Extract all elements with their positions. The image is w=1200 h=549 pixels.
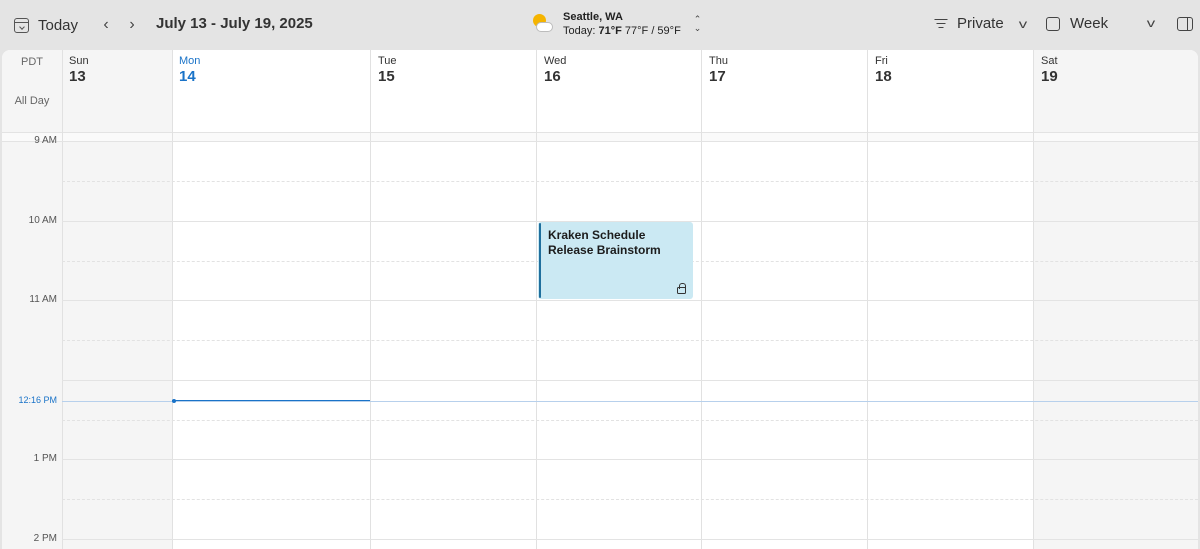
chevron-right-icon: › <box>129 16 135 33</box>
hour-label: 1 PM <box>33 453 57 464</box>
calendar-event[interactable]: Kraken Schedule Release Brainstorm <box>538 222 693 299</box>
day-header-sun[interactable]: Sun 13 <box>69 55 89 85</box>
hour-label: 2 PM <box>33 533 57 544</box>
day-header-wed[interactable]: Wed 16 <box>544 55 566 85</box>
weather-city: Seattle, WA <box>563 11 623 23</box>
chevron-left-icon: ‹ <box>103 16 109 33</box>
filter-icon <box>934 18 947 29</box>
event-title: Kraken Schedule Release Brainstorm <box>548 228 661 257</box>
current-time-dot <box>172 399 176 403</box>
previous-week-button[interactable]: ‹ <box>96 13 116 37</box>
chevron-down-icon: v <box>1018 16 1027 31</box>
current-time-today-segment <box>172 400 370 401</box>
calendar-filter-label: Private <box>957 15 1004 32</box>
week-view-icon <box>1046 16 1060 31</box>
hour-label: 11 AM <box>29 294 57 305</box>
hour-label: 10 AM <box>28 215 57 226</box>
calendar-today-icon <box>14 17 29 33</box>
date-range-title: July 13 - July 19, 2025 <box>156 15 313 32</box>
toolbar: Today ‹ › July 13 - July 19, 2025 Seattl… <box>0 0 1200 50</box>
week-calendar: PDT All Day Sun 13 Mon 14 Tue 15 Wed 16 … <box>2 50 1198 549</box>
day-header-sat[interactable]: Sat 19 <box>1041 55 1058 85</box>
weather-forecast: Today: 71°F 77°F / 59°F <box>563 24 681 38</box>
next-week-button[interactable]: › <box>122 13 142 37</box>
hour-label: 9 AM <box>34 135 57 146</box>
weather-high-low: 77°F / 59°F <box>624 25 681 37</box>
view-selector[interactable]: Week <box>1046 15 1108 32</box>
weather-widget[interactable]: Seattle, WA Today: 71°F 77°F / 59°F ⌃ ⌄ <box>529 10 701 38</box>
today-label: Today <box>38 16 79 34</box>
weather-today-label: Today: <box>563 25 596 37</box>
weather-current-temp: 71°F <box>598 25 622 37</box>
day-header-tue[interactable]: Tue 15 <box>378 55 397 85</box>
chevron-up-down-icon: ⌃ ⌄ <box>693 14 702 33</box>
partly-cloudy-icon <box>529 13 553 35</box>
view-dropdown-chevron-icon[interactable]: v <box>1147 16 1155 30</box>
all-day-label: All Day <box>14 95 50 107</box>
day-header-thu[interactable]: Thu 17 <box>709 55 728 85</box>
current-time-label: 12:16 PM <box>18 395 57 405</box>
view-label: Week <box>1070 15 1109 32</box>
event-color-bar <box>539 223 541 298</box>
sidebar-toggle-icon[interactable] <box>1177 17 1193 31</box>
timezone-label: PDT <box>21 56 43 68</box>
lock-icon <box>677 283 686 294</box>
day-header-mon[interactable]: Mon 14 <box>179 55 200 85</box>
current-time-line <box>62 401 1198 402</box>
today-button[interactable]: Today <box>14 14 78 36</box>
day-header-fri[interactable]: Fri 18 <box>875 55 892 85</box>
calendar-filter-dropdown[interactable]: Private v <box>934 15 1027 32</box>
